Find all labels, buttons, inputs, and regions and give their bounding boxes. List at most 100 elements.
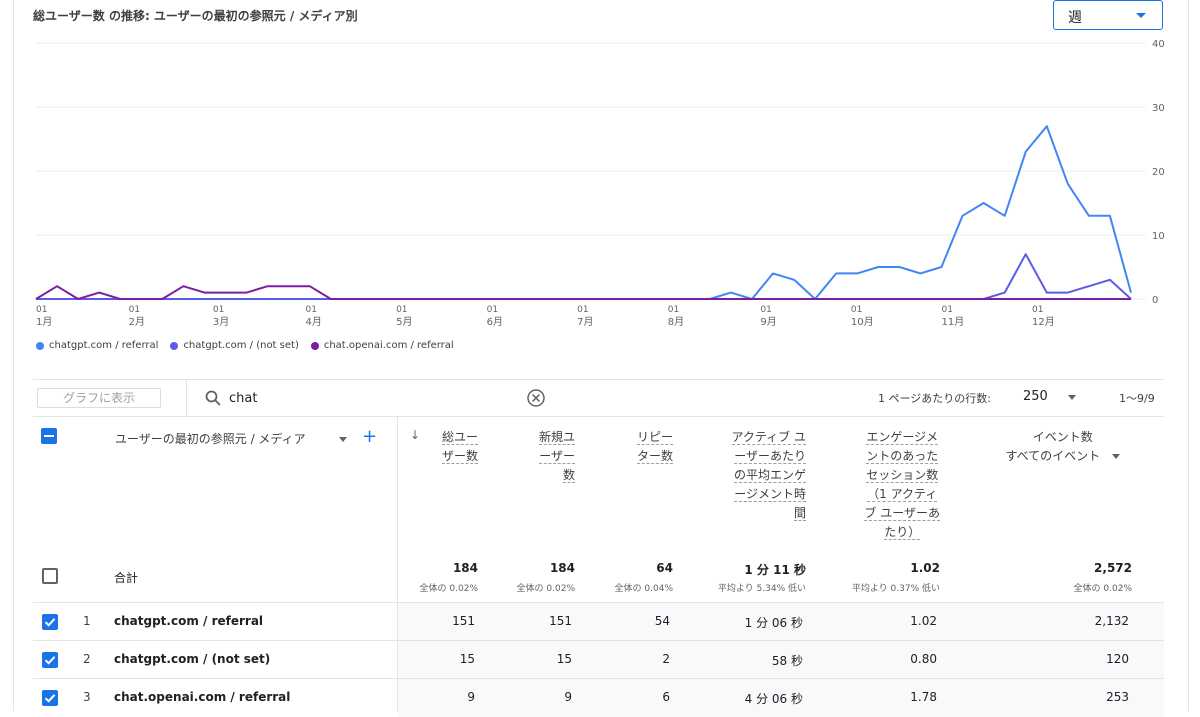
row-cell: 15 bbox=[556, 652, 572, 666]
row-cell: 1 分 06 秒 bbox=[744, 616, 803, 630]
x-tick-label: 01 bbox=[760, 305, 771, 315]
row-cell: 120 bbox=[1106, 652, 1129, 666]
clear-search-icon[interactable] bbox=[526, 388, 546, 408]
check-icon bbox=[44, 656, 56, 665]
y-tick-label: 0 bbox=[1152, 295, 1158, 306]
row-cell: 54 bbox=[654, 614, 670, 628]
table-row[interactable]: 1 chatgpt.com / referral 151 151 54 1 分 … bbox=[33, 602, 1164, 641]
metric-header-avg-engagement-time[interactable]: アクティブ ユ ーザーあたり の平均エンゲ ージメント時 間 bbox=[731, 428, 806, 523]
total-value: 184 bbox=[549, 561, 575, 575]
legend-label: chatgpt.com / referral bbox=[49, 340, 159, 351]
table-toolbar: グラフに表示 1 ページあたりの行数: 250 1〜9/9 bbox=[33, 379, 1164, 417]
x-tick-label: 4月 bbox=[306, 316, 322, 328]
y-tick-label: 10 bbox=[1152, 231, 1165, 242]
x-tick-label: 01 bbox=[213, 305, 224, 315]
chevron-down-icon[interactable] bbox=[1112, 454, 1120, 459]
x-tick-label: 10月 bbox=[851, 316, 874, 328]
check-icon bbox=[44, 694, 56, 703]
x-tick-label: 01 bbox=[487, 305, 498, 315]
row-cell: 58 秒 bbox=[771, 654, 803, 668]
x-tick-label: 7月 bbox=[577, 316, 593, 328]
x-tick-label: 01 bbox=[129, 305, 140, 315]
x-tick-label: 01 bbox=[941, 305, 952, 315]
row-checkbox[interactable] bbox=[42, 690, 58, 706]
row-cell: 9 bbox=[467, 690, 475, 704]
y-tick-label: 30 bbox=[1152, 103, 1165, 114]
legend-dot-icon bbox=[170, 341, 179, 350]
x-tick-label: 3月 bbox=[213, 316, 229, 328]
legend-item[interactable]: chat.openai.com / referral bbox=[310, 340, 454, 351]
check-icon bbox=[44, 618, 56, 627]
rows-per-page-select[interactable]: 250 bbox=[1023, 389, 1048, 404]
total-subtext: 平均より 0.37% 低い bbox=[851, 584, 940, 594]
chevron-down-icon[interactable] bbox=[1068, 395, 1076, 400]
legend-item[interactable]: chatgpt.com / (not set) bbox=[170, 340, 299, 351]
total-value: 64 bbox=[656, 561, 673, 575]
select-all-checkbox[interactable] bbox=[41, 428, 57, 444]
y-tick-label: 20 bbox=[1152, 167, 1165, 178]
search-icon bbox=[205, 390, 221, 406]
line-chart: 010203040011月012月013月014月015月016月017月018… bbox=[35, 39, 1165, 328]
row-cell: 1.78 bbox=[910, 690, 937, 704]
row-cell: 1.02 bbox=[910, 614, 937, 628]
row-cell: 4 分 06 秒 bbox=[744, 692, 803, 706]
series-line-1 bbox=[36, 125, 1132, 300]
metric-header-event-count[interactable]: イベント数 すべてのイベント bbox=[1005, 428, 1120, 466]
metric-header-returning-users[interactable]: リピー ター数 bbox=[636, 428, 673, 466]
event-filter-select[interactable]: すべてのイベント bbox=[1005, 449, 1100, 463]
x-tick-label: 01 bbox=[306, 305, 317, 315]
chevron-down-icon[interactable] bbox=[339, 437, 347, 442]
legend-item[interactable]: chatgpt.com / referral bbox=[36, 340, 158, 351]
row-number: 1 bbox=[83, 614, 91, 628]
y-tick-label: 40 bbox=[1152, 39, 1165, 50]
legend-dot-icon bbox=[310, 341, 319, 350]
legend-dot-icon bbox=[36, 341, 44, 350]
row-dimension: chat.openai.com / referral bbox=[114, 690, 291, 704]
row-cell: 0.80 bbox=[910, 652, 937, 666]
total-subtext: 全体の 0.02% bbox=[419, 584, 478, 594]
x-tick-label: 12月 bbox=[1032, 316, 1055, 328]
add-dimension-icon[interactable]: + bbox=[362, 426, 377, 447]
row-cell: 253 bbox=[1106, 690, 1129, 704]
chart-legend: chatgpt.com / referral chatgpt.com / (no… bbox=[36, 340, 454, 351]
divider bbox=[186, 380, 187, 416]
x-tick-label: 8月 bbox=[668, 316, 684, 328]
row-cell: 151 bbox=[549, 614, 572, 628]
x-tick-label: 11月 bbox=[941, 316, 964, 328]
metric-header-new-users[interactable]: 新規ユ ーザー 数 bbox=[538, 428, 575, 485]
row-number: 3 bbox=[83, 690, 91, 704]
x-tick-label: 5月 bbox=[396, 316, 412, 328]
row-cell: 15 bbox=[459, 652, 475, 666]
search-input[interactable] bbox=[229, 388, 509, 408]
row-dimension: chatgpt.com / referral bbox=[114, 614, 264, 628]
x-tick-label: 2月 bbox=[129, 316, 145, 328]
row-number: 2 bbox=[83, 652, 91, 666]
metric-header-engaged-sessions[interactable]: エンゲージメ ントのあった セッション数 （1 アクティ ブ ユーザーあ たり） bbox=[864, 428, 940, 542]
table-row[interactable]: 3 chat.openai.com / referral 9 9 6 4 分 0… bbox=[33, 678, 1164, 717]
series-line-3 bbox=[35, 285, 1131, 300]
row-dimension: chatgpt.com / (not set) bbox=[114, 652, 271, 666]
dimension-header[interactable]: ユーザーの最初の参照元 / メディア bbox=[115, 430, 306, 447]
total-row-checkbox[interactable] bbox=[42, 568, 58, 584]
plot-rows-button[interactable]: グラフに表示 bbox=[37, 388, 161, 408]
total-subtext: 平均より 5.34% 低い bbox=[717, 584, 806, 594]
x-tick-label: 01 bbox=[577, 305, 588, 315]
row-checkbox[interactable] bbox=[42, 652, 58, 668]
total-value: 1.02 bbox=[910, 561, 940, 575]
total-subtext: 全体の 0.04% bbox=[614, 584, 673, 594]
x-tick-label: 6月 bbox=[487, 316, 503, 328]
table-row[interactable]: 2 chatgpt.com / (not set) 15 15 2 58 秒 0… bbox=[33, 640, 1164, 679]
row-cell: 6 bbox=[662, 690, 670, 704]
total-label: 合計 bbox=[114, 571, 139, 585]
x-tick-label: 01 bbox=[1032, 305, 1043, 315]
rows-per-page-label: 1 ページあたりの行数: bbox=[878, 392, 991, 405]
total-value: 184 bbox=[452, 561, 478, 575]
row-cell: 2 bbox=[662, 652, 670, 666]
row-checkbox[interactable] bbox=[42, 614, 58, 630]
total-subtext: 全体の 0.02% bbox=[1073, 584, 1132, 594]
metric-header-total-users[interactable]: 総ユー ザー数 bbox=[441, 428, 478, 466]
row-cell: 9 bbox=[564, 690, 572, 704]
total-value: 1 分 11 秒 bbox=[744, 563, 806, 577]
pagination-range: 1〜9/9 bbox=[1119, 392, 1155, 405]
row-cell: 2,132 bbox=[1094, 614, 1129, 628]
